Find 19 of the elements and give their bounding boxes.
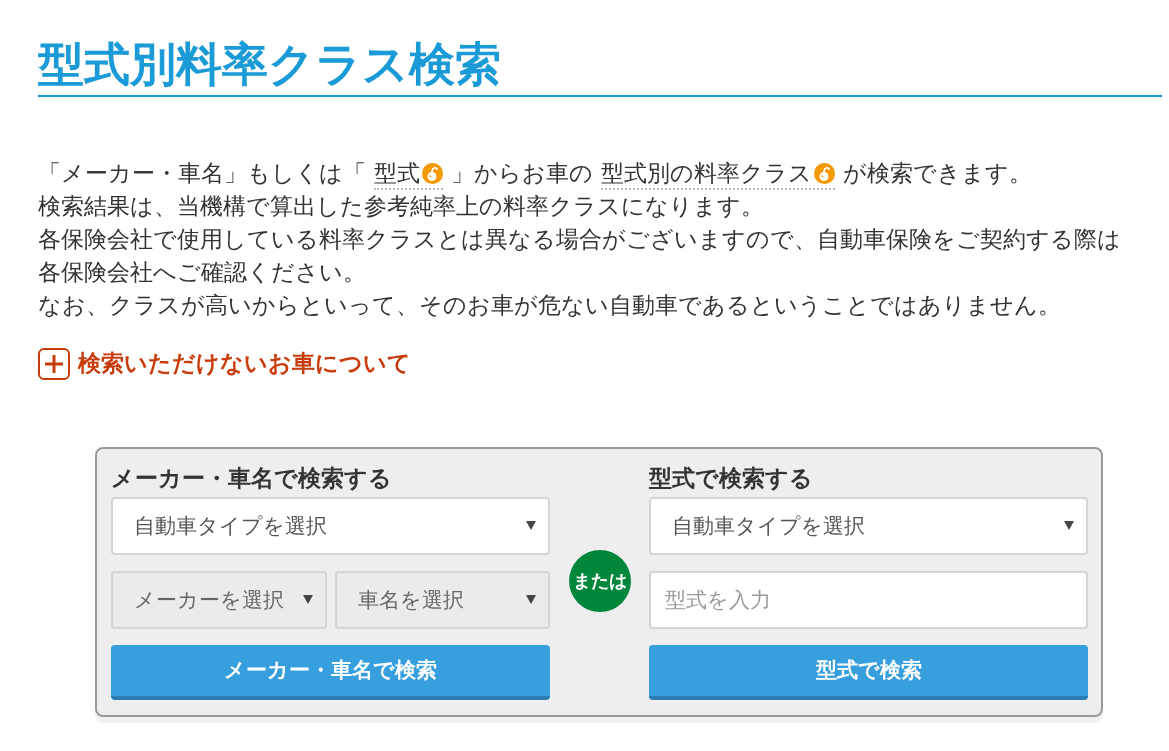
page-title: 型式別料率クラス検索 bbox=[38, 0, 1162, 97]
search-button[interactable]: メーカー・車名で検索 bbox=[111, 644, 550, 700]
glossary-link[interactable]: 型式 bbox=[374, 160, 443, 190]
or-separator: または bbox=[568, 550, 631, 612]
glossary-link[interactable]: 型式別の料率クラス bbox=[601, 160, 835, 190]
caret-icon bbox=[1064, 521, 1074, 530]
input-field[interactable]: 型式を入力 bbox=[649, 570, 1088, 629]
section-heading: メーカー・車名で検索する bbox=[111, 463, 393, 493]
expand-link[interactable]: 検索いただけないお車について bbox=[38, 347, 411, 380]
section-heading: 型式で検索する bbox=[649, 463, 814, 493]
caret-icon bbox=[526, 595, 536, 604]
search-button[interactable]: 型式で検索 bbox=[649, 644, 1088, 700]
caret-icon bbox=[526, 521, 536, 530]
intro-text: 「メーカー・車名」もしくは「 型式 」からお車の 型式別の料率クラス が検索できます。 検索結果は、当機構で算出した参考純率上の料率クラスになります。 各保険会社で使用している料率クラスとは異なる場合がございますので、自動車保険をご契約する際は 各保険会社へご確認ください。 なお、クラスが高いからといって、そのお車が危ない自動車であるということではありません。 bbox=[38, 159, 1122, 320]
dropdown[interactable]: 自動車タイプを選択 bbox=[111, 496, 550, 555]
sprout-icon bbox=[422, 163, 443, 184]
caret-icon bbox=[302, 595, 313, 604]
dropdown[interactable]: 自動車タイプを選択 bbox=[649, 496, 1088, 555]
sprout-icon bbox=[814, 163, 835, 184]
